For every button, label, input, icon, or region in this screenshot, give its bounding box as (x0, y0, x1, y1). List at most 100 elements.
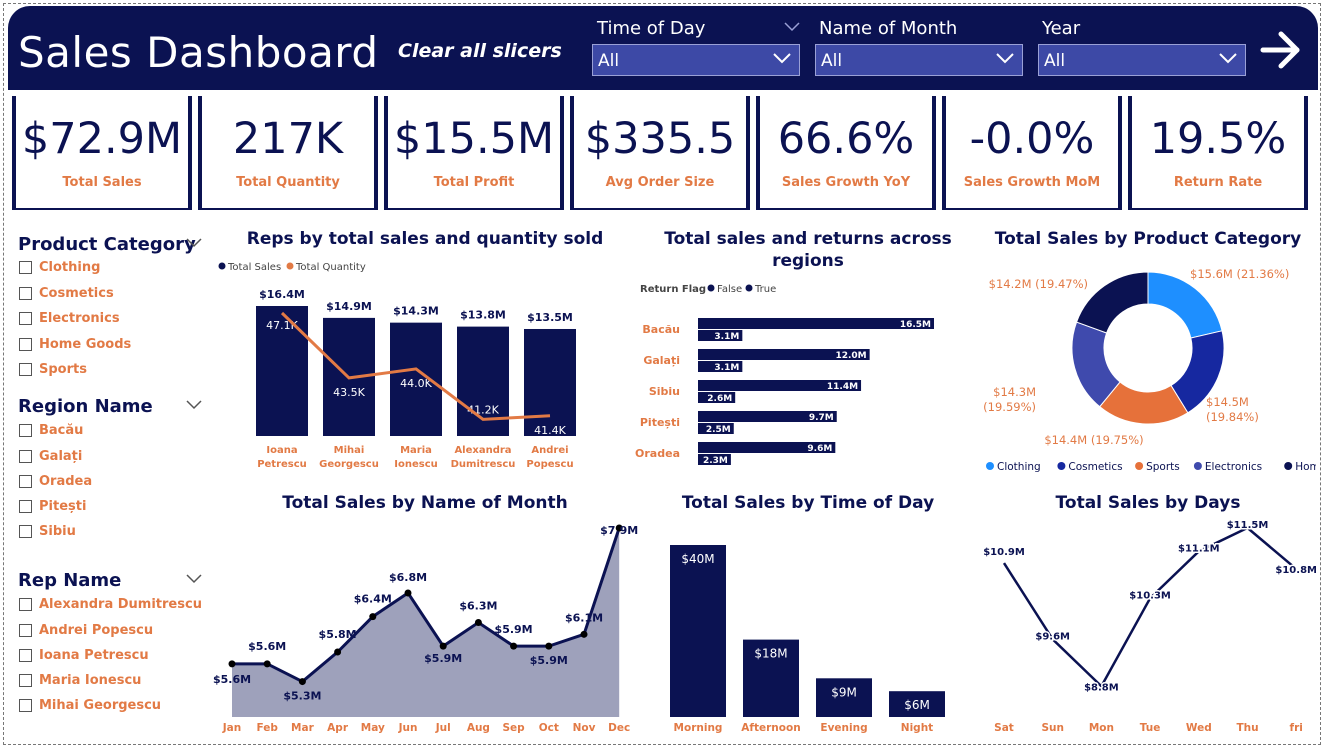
data-label: $16.4M (259, 288, 305, 301)
rep-option[interactable]: Ioana Petrescu (19, 648, 149, 663)
donut-slice (1147, 271, 1223, 339)
region-option[interactable]: Galați (19, 449, 82, 464)
checkbox[interactable] (19, 450, 32, 463)
product-category-option[interactable]: Electronics (19, 311, 120, 326)
data-label: $5.8M (319, 628, 357, 641)
data-label: $14.3M (393, 305, 439, 318)
category-label: Thu (1236, 722, 1258, 734)
chevron-down-icon (773, 53, 791, 64)
data-label: 9.7M (809, 413, 834, 423)
checkbox[interactable] (19, 699, 32, 712)
data-label: $11.5M (1227, 520, 1269, 531)
slicer-year-dropdown[interactable]: All (1038, 44, 1246, 76)
slicer-month-dropdown[interactable]: All (815, 44, 1023, 76)
checkbox[interactable] (19, 674, 32, 687)
data-label: 2.6M (707, 394, 732, 404)
data-label: $5.9M (424, 652, 462, 665)
data-label: $10.8M (1275, 565, 1316, 576)
rep-option[interactable]: Maria Ionescu (19, 673, 141, 688)
category-label: Sat (994, 722, 1014, 734)
legend-label: Total Quantity (295, 262, 366, 273)
checkbox[interactable] (19, 500, 32, 513)
checkbox[interactable] (19, 312, 32, 325)
checkbox[interactable] (19, 475, 32, 488)
data-label: $5.6M (213, 673, 251, 686)
chevron-down-icon[interactable] (186, 236, 202, 248)
category-label: Dumitrescu (451, 459, 516, 470)
data-label: $14.9M (326, 300, 372, 313)
kpi-card-sales-growth-yoy: 66.6% Sales Growth YoY (756, 96, 936, 210)
checkbox[interactable] (19, 624, 32, 637)
slicer-time-of-day-value: All (598, 51, 620, 71)
product-category-option[interactable]: Home Goods (19, 337, 131, 352)
category-label: Afternoon (741, 722, 800, 734)
region-option[interactable]: Bacău (19, 423, 83, 438)
rep-option[interactable]: Alexandra Dumitrescu (19, 597, 202, 612)
region-slicer-title: Region Name (18, 396, 153, 417)
checkbox[interactable] (19, 338, 32, 351)
product-category-option[interactable]: Sports (19, 362, 87, 377)
legend-dot-icon (1057, 462, 1066, 470)
region-option[interactable]: Pitești (19, 499, 86, 514)
chevron-down-icon[interactable] (186, 398, 202, 410)
slice-label: $15.6M (21.36%) (1190, 267, 1289, 281)
page-title: Sales Dashboard (18, 28, 379, 77)
category-label: fri (1290, 722, 1303, 734)
days-chart-title: Total Sales by Days (1055, 493, 1241, 513)
kpi-card-total-profit: $15.5M Total Profit (384, 96, 564, 210)
chevron-down-icon (996, 53, 1014, 64)
kpi-label: Return Rate (1173, 175, 1263, 190)
slice-label: (19.84%) (1206, 410, 1259, 424)
product-category-option[interactable]: Clothing (19, 260, 100, 275)
category-label: Wed (1186, 722, 1212, 734)
checkbox[interactable] (19, 598, 32, 611)
data-label: $13.5M (527, 311, 573, 324)
data-point (334, 648, 342, 656)
option-label: Ioana Petrescu (39, 648, 149, 663)
slicer-year-value: All (1044, 51, 1066, 71)
product-category-option[interactable]: Cosmetics (19, 286, 114, 301)
chevron-down-icon[interactable] (186, 572, 202, 584)
checkbox[interactable] (19, 287, 32, 300)
chevron-down-icon[interactable] (784, 20, 800, 32)
kpi-card-sales-growth-mom: -0.0% Sales Growth MoM (942, 96, 1122, 210)
legend-dot-icon (707, 284, 715, 292)
kpi-value: 66.6% (777, 114, 915, 164)
checkbox[interactable] (19, 649, 32, 662)
category-chart: $15.6M (21.36%) $14.5M(19.84%) $14.4M (19.… (983, 267, 1316, 473)
data-point (369, 613, 377, 621)
region-option[interactable]: Sibiu (19, 524, 76, 539)
data-label: $6.4M (354, 593, 392, 606)
rep-option[interactable]: Andrei Popescu (19, 623, 153, 638)
legend-title: Return Flag (640, 284, 706, 295)
rep-option[interactable]: Mihai Georgescu (19, 698, 161, 713)
checkbox[interactable] (19, 363, 32, 376)
data-point (545, 642, 553, 650)
legend-label: True (754, 284, 776, 295)
data-label: $10.9M (983, 547, 1025, 558)
option-label: Home Goods (39, 337, 132, 352)
legend-dot-icon (286, 262, 294, 270)
data-point (439, 642, 447, 650)
region-option[interactable]: Oradea (19, 474, 92, 489)
data-label: $6.1M (565, 611, 603, 624)
clear-slicers-button[interactable]: Clear all slicers (398, 40, 562, 62)
checkbox[interactable] (19, 525, 32, 538)
data-label: $5.6M (248, 640, 286, 653)
category-label: Georgescu (319, 459, 379, 470)
checkbox[interactable] (19, 424, 32, 437)
category-label: Nov (573, 722, 596, 734)
checkbox[interactable] (19, 261, 32, 274)
chevron-down-icon (1219, 53, 1237, 64)
slicer-time-of-day-dropdown[interactable]: All (592, 44, 800, 76)
category-label: Mar (291, 722, 315, 734)
data-label: $5.3M (283, 690, 321, 703)
option-label: Galați (39, 449, 83, 464)
category-label: Aug (467, 722, 490, 734)
category-label: Pitești (640, 416, 680, 429)
bar (670, 545, 726, 717)
arrow-right-icon[interactable] (1260, 30, 1302, 70)
kpi-card-return-rate: 19.5% Return Rate (1128, 96, 1308, 210)
header-bar: Sales Dashboard Clear all slicers Time o… (8, 6, 1318, 90)
regions-chart: Return Flag False True 16.5M 3.1M Bacău 12.0M 3… (635, 284, 934, 466)
